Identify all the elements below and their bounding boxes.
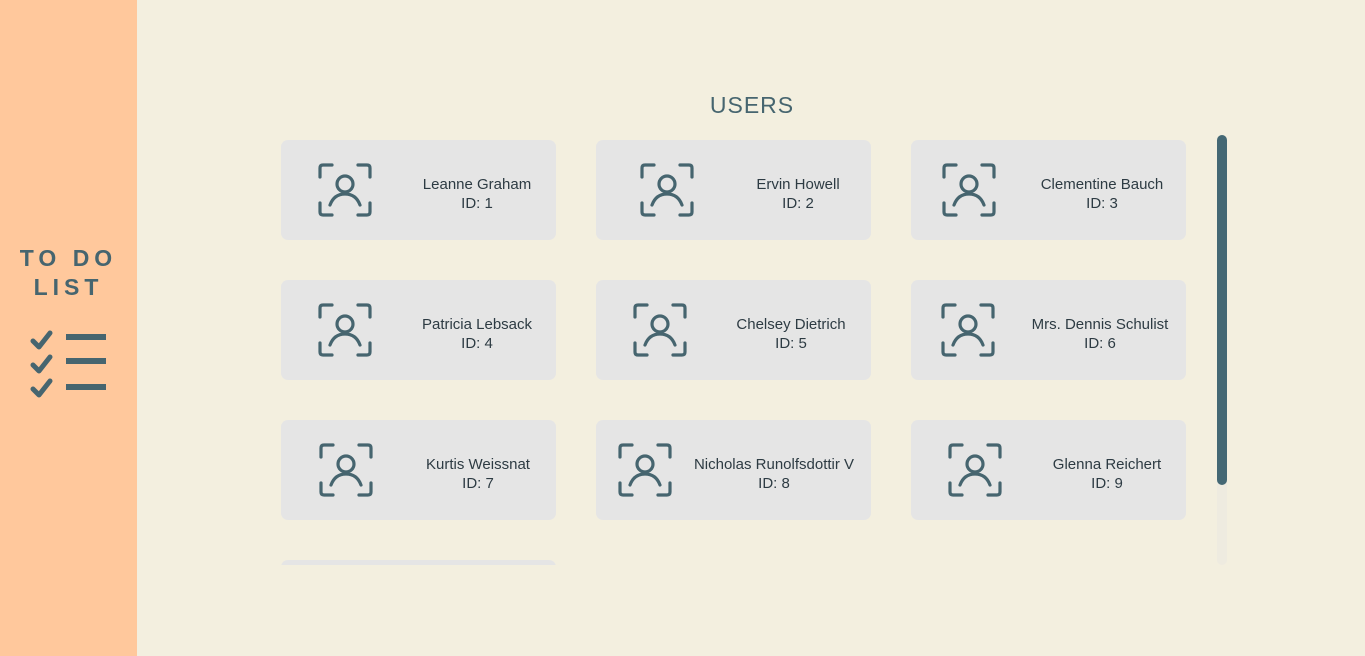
user-scan-icon xyxy=(319,443,373,497)
page-title: USERS xyxy=(709,92,795,118)
brand-line-2: LIST xyxy=(33,274,104,300)
sidebar: TO DO LIST xyxy=(0,0,137,656)
user-card[interactable]: Ervin Howell ID: 2 xyxy=(596,140,871,240)
scrollbar[interactable] xyxy=(1217,135,1227,565)
user-name: Mrs. Dennis Schulist xyxy=(1031,316,1169,333)
user-name: Glenna Reichert xyxy=(1052,456,1162,473)
user-card[interactable]: Leanne Graham ID: 1 xyxy=(281,140,556,240)
checklist-icon xyxy=(30,330,106,398)
app-logo-text[interactable]: TO DO LIST xyxy=(0,244,137,302)
user-card[interactable]: Glenna Reichert ID: 9 xyxy=(911,420,1186,520)
user-name: Nicholas Runolfsdottir V xyxy=(693,456,855,473)
user-scan-icon xyxy=(318,303,372,357)
user-id: ID: 3 xyxy=(1086,195,1118,212)
user-info: Nicholas Runolfsdottir V ID: 8 xyxy=(674,455,874,493)
user-info: Ervin Howell ID: 2 xyxy=(698,175,898,213)
user-card[interactable]: Patricia Lebsack ID: 4 xyxy=(281,280,556,380)
user-name: Clementine Bauch xyxy=(1040,176,1164,193)
user-info: Chelsey Dietrich ID: 5 xyxy=(691,315,891,353)
users-scroll-area[interactable]: Leanne Graham ID: 1 Ervin Howell ID: 2 Cleme… xyxy=(281,135,1227,565)
user-scan-icon xyxy=(318,163,372,217)
user-card[interactable]: Mrs. Dennis Schulist ID: 6 xyxy=(911,280,1186,380)
user-id: ID: 2 xyxy=(782,195,814,212)
user-id: ID: 8 xyxy=(758,475,790,492)
scrollbar-thumb[interactable] xyxy=(1217,135,1227,485)
user-info: Leanne Graham ID: 1 xyxy=(377,175,577,213)
user-scan-icon xyxy=(633,303,687,357)
user-id: ID: 9 xyxy=(1091,475,1123,492)
user-name: Patricia Lebsack xyxy=(421,316,533,333)
user-card[interactable]: Clementine Bauch ID: 3 xyxy=(911,140,1186,240)
user-name: Kurtis Weissnat xyxy=(426,456,530,473)
user-card[interactable]: Nicholas Runolfsdottir V ID: 8 xyxy=(596,420,871,520)
user-name: Chelsey Dietrich xyxy=(736,316,846,333)
user-card[interactable] xyxy=(281,560,556,565)
user-scan-icon xyxy=(942,163,996,217)
brand-line-1: TO DO xyxy=(19,245,118,271)
user-id: ID: 4 xyxy=(461,335,493,352)
user-card[interactable]: Kurtis Weissnat ID: 7 xyxy=(281,420,556,520)
user-name: Leanne Graham xyxy=(422,176,532,193)
user-id: ID: 1 xyxy=(461,195,493,212)
user-scan-icon xyxy=(640,163,694,217)
user-id: ID: 7 xyxy=(462,475,494,492)
user-name: Ervin Howell xyxy=(756,176,840,193)
user-scan-icon xyxy=(941,303,995,357)
user-scan-icon xyxy=(618,443,672,497)
user-info: Clementine Bauch ID: 3 xyxy=(1002,175,1202,213)
user-info: Patricia Lebsack ID: 4 xyxy=(377,315,577,353)
user-scan-icon xyxy=(948,443,1002,497)
user-info: Kurtis Weissnat ID: 7 xyxy=(378,455,578,493)
user-card[interactable]: Chelsey Dietrich ID: 5 xyxy=(596,280,871,380)
user-id: ID: 6 xyxy=(1084,335,1116,352)
user-id: ID: 5 xyxy=(775,335,807,352)
user-info: Glenna Reichert ID: 9 xyxy=(1007,455,1207,493)
user-info: Mrs. Dennis Schulist ID: 6 xyxy=(1000,315,1200,353)
